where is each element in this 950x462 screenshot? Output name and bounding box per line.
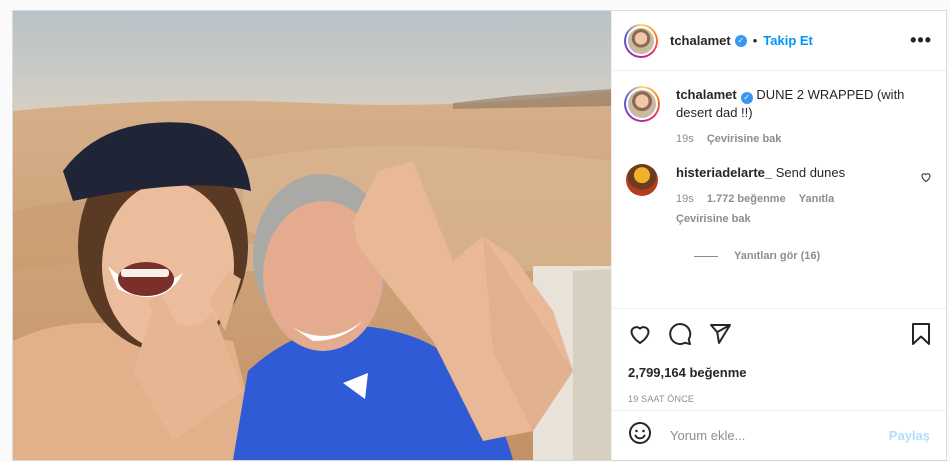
- more-options-icon[interactable]: •••: [910, 30, 932, 51]
- comment-text: Send dunes: [775, 165, 846, 180]
- replies-divider: [694, 255, 718, 257]
- caption-text-block: tchalamet ✓ DUNE 2 WRAPPED (with desert d…: [676, 86, 906, 148]
- comment-bubble-icon[interactable]: [668, 322, 692, 351]
- post-side-panel: tchalamet ✓ • Takip Et ••• tchalamet ✓ DU…: [611, 11, 946, 460]
- commenter-avatar[interactable]: [626, 164, 658, 196]
- smiley-icon[interactable]: [628, 421, 652, 450]
- translate-link[interactable]: Çevirisine bak: [707, 133, 782, 145]
- caption-age[interactable]: 19s: [676, 133, 694, 145]
- selfie-desert-image: [13, 11, 611, 460]
- like-count[interactable]: 2,799,164 beğenme: [628, 365, 932, 380]
- paper-plane-icon[interactable]: [708, 322, 732, 351]
- post-comment-button[interactable]: Paylaş: [889, 428, 930, 443]
- verified-badge-icon: ✓: [734, 34, 747, 47]
- comment-row: histeriadelarte_ Send dunes 19s 1.772 be…: [624, 164, 932, 228]
- separator-dot: •: [752, 33, 758, 48]
- verified-badge-icon: ✓: [740, 92, 753, 104]
- author-avatar[interactable]: [624, 86, 660, 122]
- heart-icon[interactable]: [628, 322, 652, 351]
- comment-likes[interactable]: 1.772 beğenme: [707, 193, 786, 205]
- view-replies-button[interactable]: Yanıtları gör (16): [694, 250, 932, 262]
- follow-button[interactable]: Takip Et: [763, 33, 813, 48]
- comment-translate-link[interactable]: Çevirisine bak: [676, 213, 751, 225]
- comment-username[interactable]: histeriadelarte_: [676, 165, 772, 180]
- caption-meta: 19s Çevirisine bak: [676, 130, 906, 148]
- author-avatar[interactable]: [624, 23, 658, 58]
- comment-meta: 19s 1.772 beğenme Yanıtla: [676, 190, 906, 208]
- caption-row: tchalamet ✓ DUNE 2 WRAPPED (with desert d…: [624, 86, 932, 148]
- comment-age[interactable]: 19s: [676, 193, 694, 205]
- author-username[interactable]: tchalamet: [670, 33, 731, 48]
- post-header: tchalamet ✓ • Takip Et •••: [612, 11, 946, 71]
- post-actions: 2,799,164 beğenme 19 SAAT ÖNCE: [612, 308, 946, 420]
- post-photo[interactable]: [13, 11, 611, 460]
- caption-username[interactable]: tchalamet: [676, 87, 737, 102]
- comment-translate-row: Çevirisine bak: [676, 210, 906, 228]
- small-heart-icon[interactable]: [920, 170, 932, 188]
- view-replies-label: Yanıtları gör (16): [734, 250, 821, 262]
- comment-input[interactable]: [668, 427, 889, 444]
- bookmark-icon[interactable]: [910, 322, 932, 351]
- post-timestamp[interactable]: 19 SAAT ÖNCE: [628, 394, 932, 404]
- instagram-post: tchalamet ✓ • Takip Et ••• tchalamet ✓ DU…: [12, 10, 947, 461]
- reply-button[interactable]: Yanıtla: [799, 193, 834, 205]
- comments-section[interactable]: tchalamet ✓ DUNE 2 WRAPPED (with desert d…: [612, 72, 946, 308]
- next-comment-peek: [624, 284, 932, 300]
- comment-text-block: histeriadelarte_ Send dunes 19s 1.772 be…: [676, 164, 906, 228]
- action-icons: [628, 322, 932, 351]
- add-comment-bar: Paylaş: [612, 410, 946, 460]
